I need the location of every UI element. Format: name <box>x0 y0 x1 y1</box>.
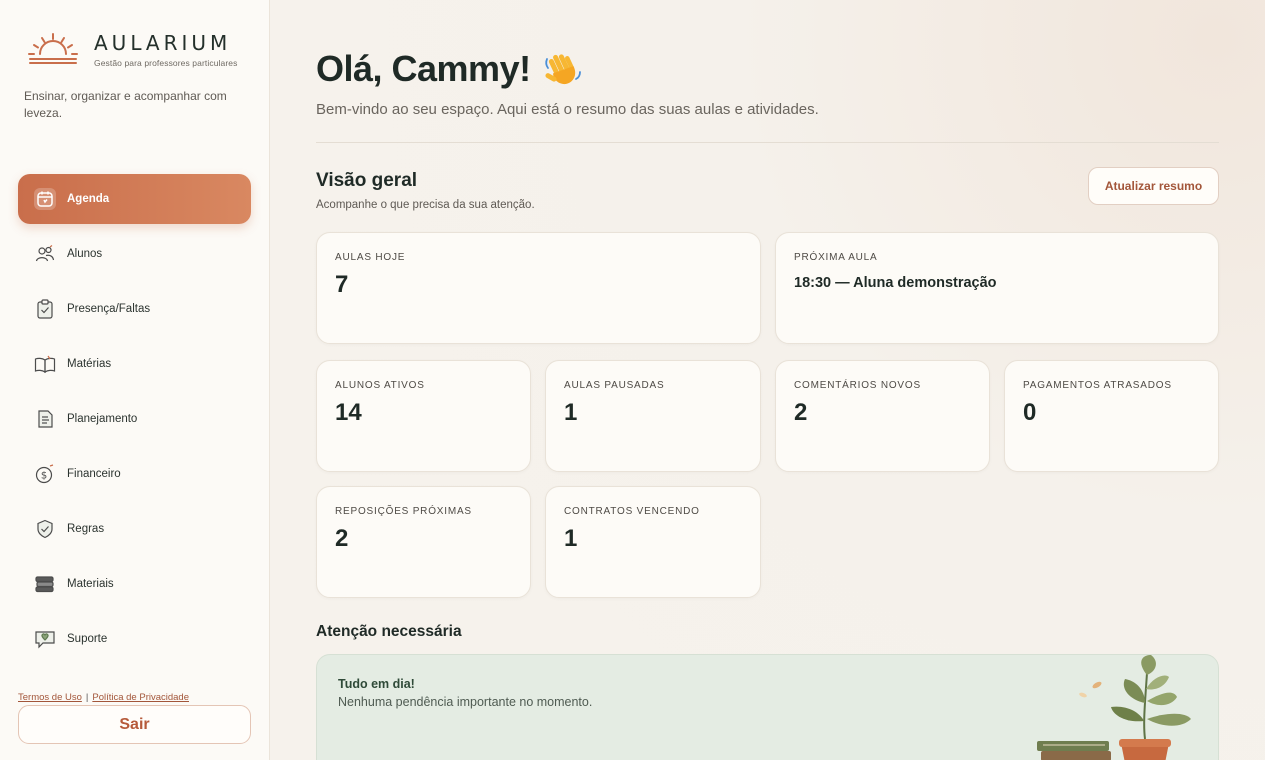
main-content: Olá, Cammy! Bem-vindo ao seu espaço. Aqu… <box>270 0 1265 760</box>
brand-subtitle: Gestão para professores particulares <box>94 58 238 68</box>
stat-value: 0 <box>1023 399 1037 426</box>
attention-title: Atenção necessária <box>316 623 462 640</box>
stat-card-aulas-hoje[interactable]: AULAS HOJE 7 <box>316 232 761 344</box>
sidebar-item-agenda[interactable]: Agenda <box>18 174 251 224</box>
brand-tagline: Ensinar, organizar e acompanhar com leve… <box>24 89 227 120</box>
attention-status-text: Nenhuma pendência importante no momento. <box>338 695 593 709</box>
sunrise-logo-icon <box>28 33 78 64</box>
stat-value: 2 <box>794 399 808 426</box>
stat-card-aulas-pausadas[interactable]: AULAS PAUSADAS 1 <box>545 360 761 472</box>
sidebar-item-label: Presença/Faltas <box>67 303 151 315</box>
sidebar-item-label: Alunos <box>67 248 103 260</box>
refresh-summary-button[interactable]: Atualizar resumo <box>1088 167 1219 205</box>
open-book-icon <box>34 353 56 375</box>
stat-card-proxima-aula[interactable]: PRÓXIMA AULA 18:30 — Aluna demonstração <box>775 232 1219 344</box>
page-title: Olá, Cammy! <box>316 48 583 90</box>
sidebar-item-label: Suporte <box>67 633 108 645</box>
stat-label: PAGAMENTOS ATRASADOS <box>1023 380 1172 391</box>
stat-value: 1 <box>564 399 578 426</box>
sidebar-item-financeiro[interactable]: $ Financeiro <box>18 449 251 499</box>
overview-title: Visão geral <box>316 170 418 191</box>
divider <box>316 142 1219 143</box>
sidebar-item-label: Agenda <box>67 193 110 205</box>
stat-value: 7 <box>335 271 349 298</box>
sidebar-item-materias[interactable]: Matérias <box>18 339 251 389</box>
svg-text:$: $ <box>41 471 47 482</box>
stat-label: AULAS PAUSADAS <box>564 380 665 391</box>
stat-card-alunos-ativos[interactable]: ALUNOS ATIVOS 14 <box>316 360 531 472</box>
sidebar-item-alunos[interactable]: Alunos <box>18 229 251 279</box>
waving-hand-icon <box>544 54 581 85</box>
stat-label: PRÓXIMA AULA <box>794 252 878 263</box>
money-icon: $ <box>34 463 56 485</box>
attention-panel: Tudo em dia! Nenhuma pendência important… <box>316 654 1219 760</box>
terms-link[interactable]: Termos de Uso <box>18 692 82 703</box>
stat-label: REPOSIÇÕES PRÓXIMAS <box>335 506 472 517</box>
stat-card-reposicoes-proximas[interactable]: REPOSIÇÕES PRÓXIMAS 2 <box>316 486 531 598</box>
overview-subtitle: Acompanhe o que precisa da sua atenção. <box>316 199 535 211</box>
sidebar-item-label: Matérias <box>67 358 112 370</box>
users-icon <box>34 243 56 265</box>
clipboard-check-icon <box>34 298 56 320</box>
stat-label: CONTRATOS VENCENDO <box>564 506 700 517</box>
stat-label: COMENTÁRIOS NOVOS <box>794 380 921 391</box>
sidebar-item-label: Materiais <box>67 578 114 590</box>
shield-check-icon <box>34 518 56 540</box>
sidebar-item-suporte[interactable]: Suporte <box>18 614 251 664</box>
stat-value: 2 <box>335 525 349 552</box>
greeting-text: Olá, Cammy! <box>316 48 531 89</box>
stat-card-contratos-vencendo[interactable]: CONTRATOS VENCENDO 1 <box>545 486 761 598</box>
sidebar: AULARIUM Gestão para professores particu… <box>0 0 270 760</box>
welcome-message: Bem-vindo ao seu espaço. Aqui está o res… <box>316 101 819 118</box>
sidebar-item-label: Planejamento <box>67 413 138 425</box>
sidebar-nav: Agenda Alunos Presença/Faltas Matérias P… <box>18 174 251 669</box>
stat-label: ALUNOS ATIVOS <box>335 380 425 391</box>
sidebar-item-presenca[interactable]: Presença/Faltas <box>18 284 251 334</box>
calendar-icon <box>34 188 56 210</box>
plant-illustration-icon <box>1037 655 1191 760</box>
brand-name: AULARIUM <box>94 31 232 55</box>
books-stack-icon <box>34 573 56 595</box>
sidebar-item-materiais[interactable]: Materiais <box>18 559 251 609</box>
stat-value: 18:30 — Aluna demonstração <box>794 275 997 291</box>
stat-card-comentarios-novos[interactable]: COMENTÁRIOS NOVOS 2 <box>775 360 990 472</box>
stat-label: AULAS HOJE <box>335 252 406 263</box>
support-chat-icon <box>34 628 56 650</box>
logout-button[interactable]: Sair <box>18 705 251 744</box>
legal-separator: | <box>85 692 89 703</box>
attention-status-title: Tudo em dia! <box>338 677 415 691</box>
legal-links: Termos de Uso | Política de Privacidade <box>18 692 189 703</box>
sidebar-item-label: Regras <box>67 523 105 535</box>
sidebar-item-planejamento[interactable]: Planejamento <box>18 394 251 444</box>
brand[interactable]: AULARIUM Gestão para professores particu… <box>26 32 237 68</box>
stat-value: 14 <box>335 399 362 426</box>
sidebar-item-regras[interactable]: Regras <box>18 504 251 554</box>
stat-card-pagamentos-atrasados[interactable]: PAGAMENTOS ATRASADOS 0 <box>1004 360 1219 472</box>
privacy-link[interactable]: Política de Privacidade <box>92 692 189 703</box>
document-icon <box>34 408 56 430</box>
sidebar-item-label: Financeiro <box>67 468 121 480</box>
stat-value: 1 <box>564 525 578 552</box>
